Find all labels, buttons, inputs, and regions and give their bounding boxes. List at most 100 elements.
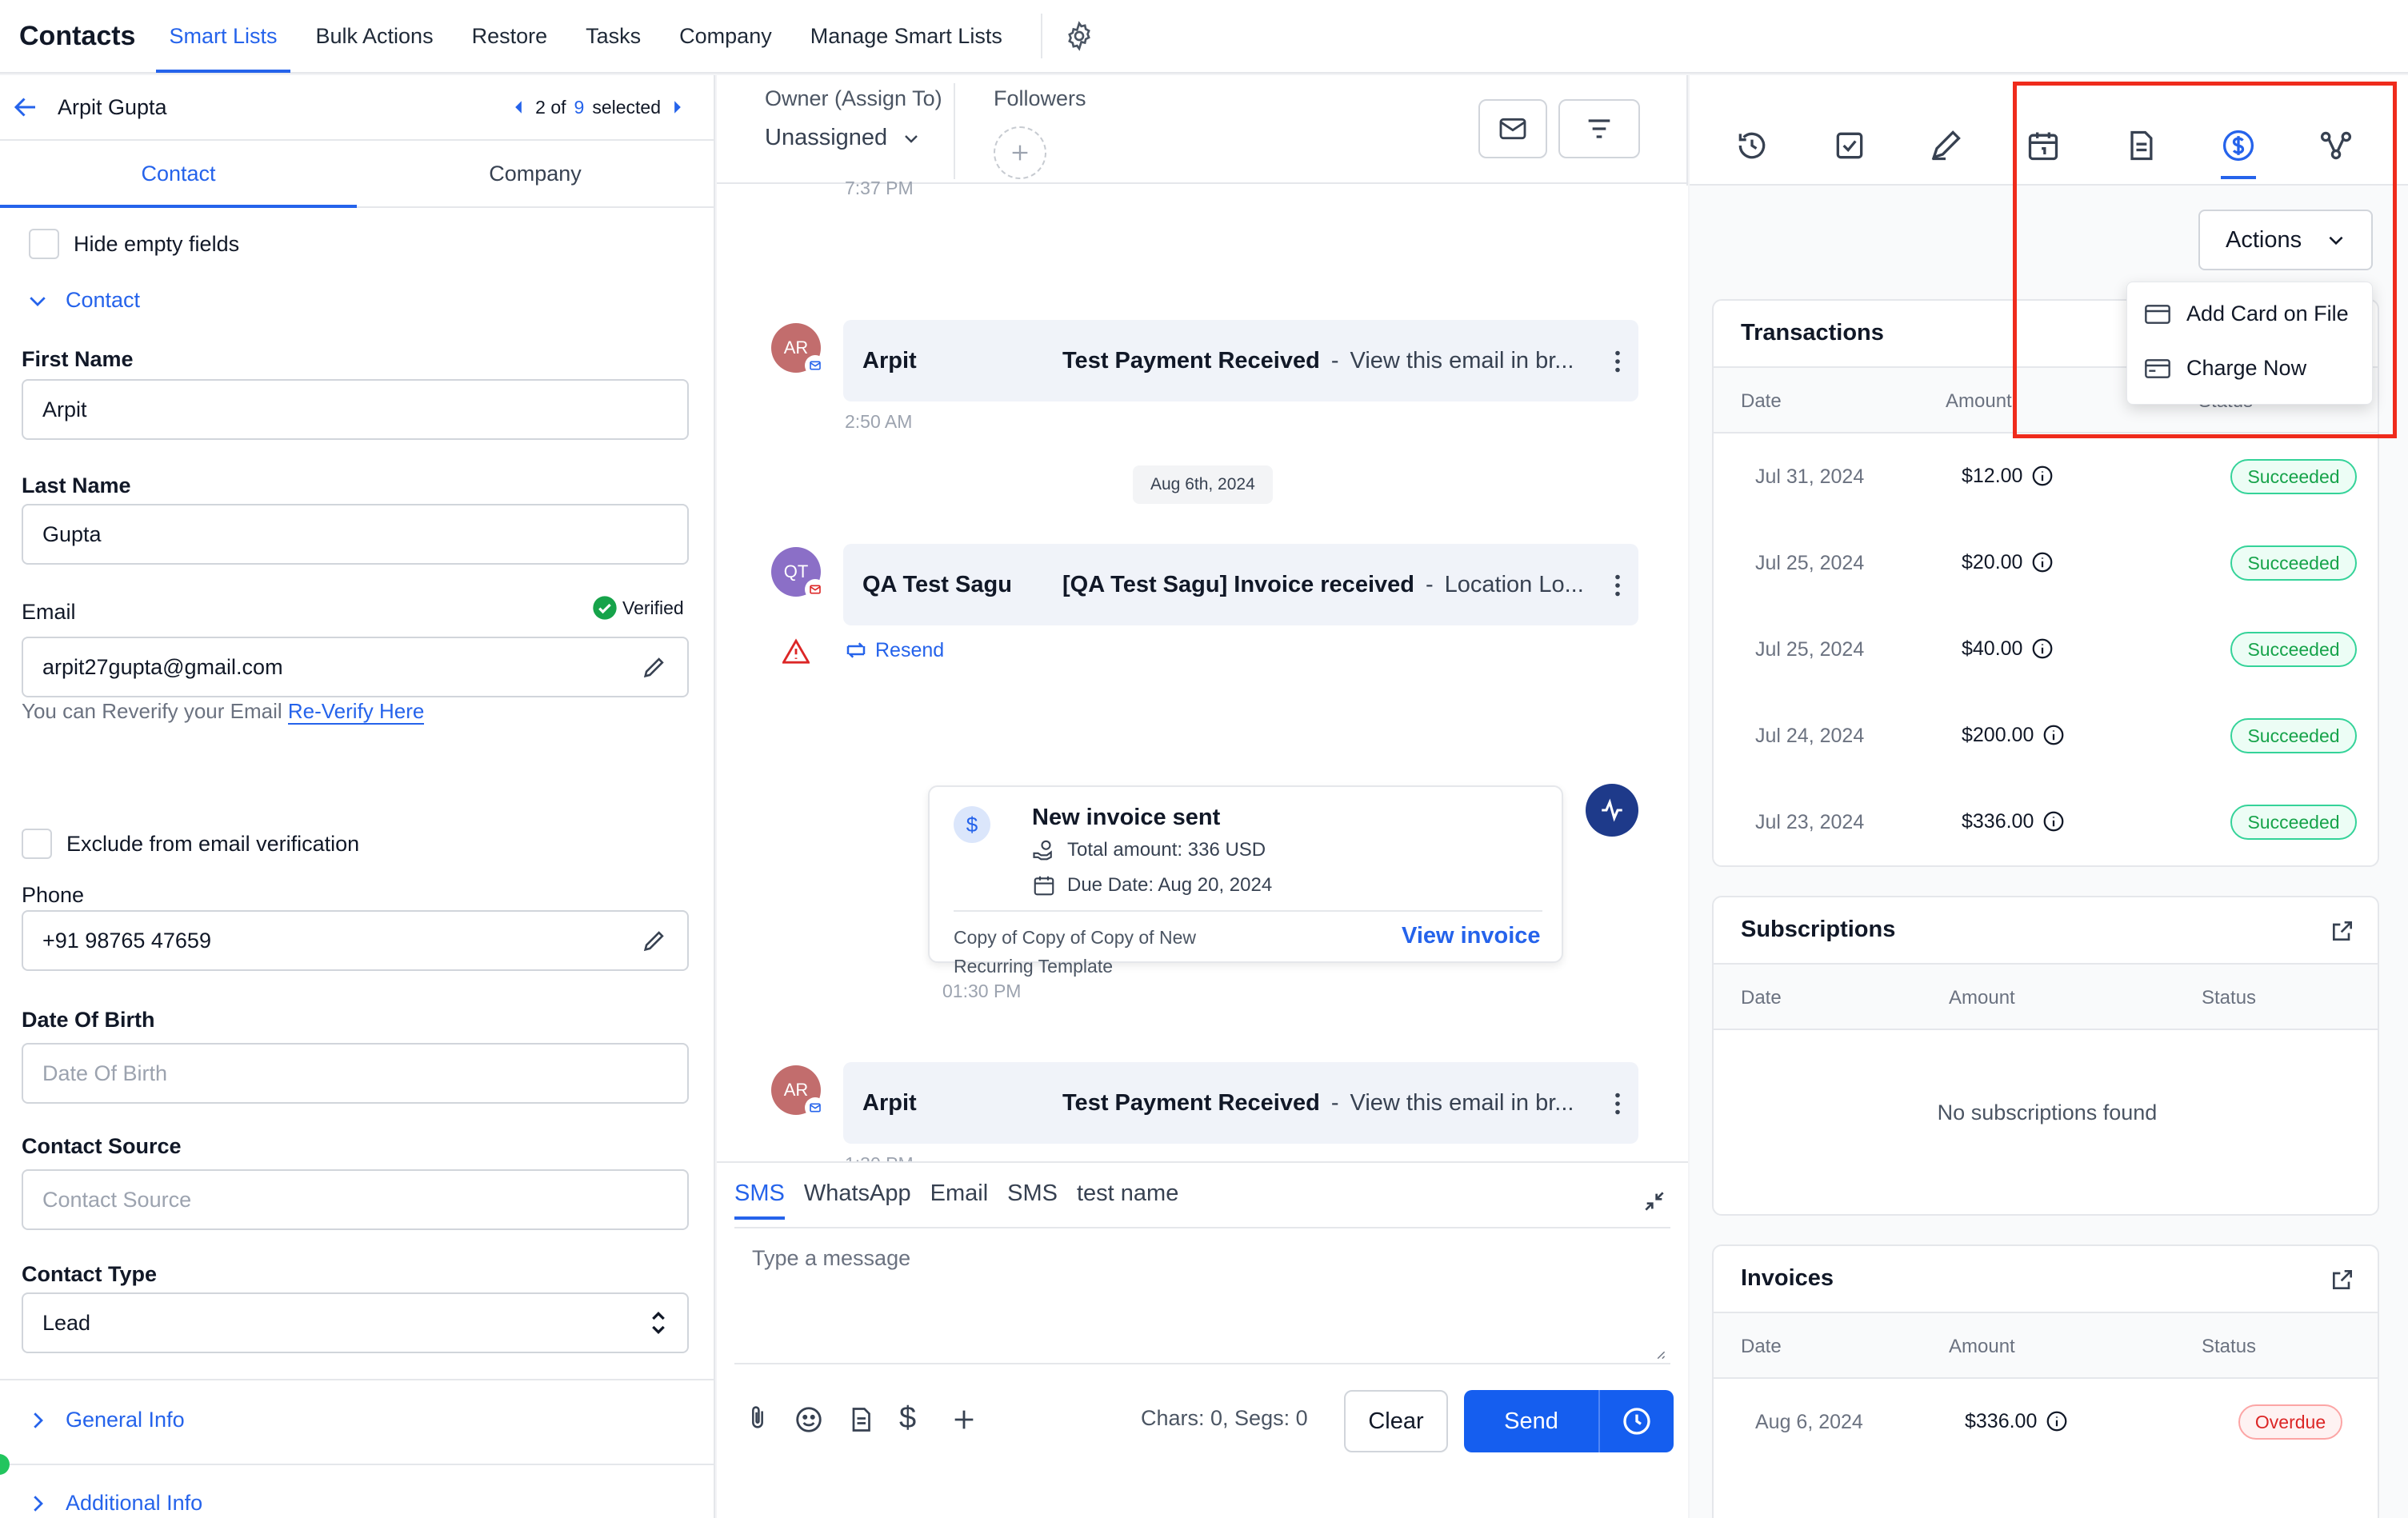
caret-left-icon[interactable] bbox=[513, 100, 524, 114]
pencil-icon[interactable] bbox=[641, 927, 668, 954]
nav-manage-smart-lists[interactable]: Manage Smart Lists bbox=[810, 0, 1002, 73]
clear-button[interactable]: Clear bbox=[1344, 1390, 1448, 1452]
nav-restore[interactable]: Restore bbox=[472, 0, 548, 73]
table-row[interactable]: Jul 31, 2024 $12.00 Succeeded bbox=[1714, 435, 2378, 521]
view-invoice-link[interactable]: View invoice bbox=[1402, 923, 1541, 949]
email-filter-button[interactable] bbox=[1478, 99, 1547, 158]
more-vertical-icon[interactable] bbox=[1614, 1093, 1621, 1115]
contact-type-select[interactable]: Lead bbox=[22, 1292, 689, 1353]
tab-sms[interactable]: SMS bbox=[734, 1180, 785, 1220]
collapse-icon[interactable] bbox=[1642, 1188, 1667, 1214]
phone-field[interactable]: +91 98765 47659 bbox=[22, 910, 689, 971]
send-button[interactable]: Send bbox=[1464, 1390, 1598, 1452]
resize-handle-icon[interactable] bbox=[1654, 1348, 1666, 1360]
reverify-text: You can Reverify your Email bbox=[22, 699, 282, 723]
subject-separator: - bbox=[1330, 1089, 1339, 1116]
last-name-value: Gupta bbox=[42, 521, 102, 546]
owner-select[interactable]: Unassigned bbox=[765, 125, 921, 151]
section-contact-toggle[interactable]: Contact bbox=[26, 288, 140, 313]
external-link-icon[interactable] bbox=[2330, 1267, 2355, 1292]
dob-label: Date Of Birth bbox=[22, 1008, 155, 1032]
task-check-icon[interactable] bbox=[1832, 128, 1867, 163]
tab-whatsapp[interactable]: WhatsApp bbox=[804, 1180, 911, 1220]
more-vertical-icon[interactable] bbox=[1614, 350, 1621, 373]
pencil-icon[interactable] bbox=[641, 653, 668, 681]
last-name-field[interactable]: Gupta bbox=[22, 504, 689, 565]
table-row[interactable]: Jul 25, 2024 $40.00 Succeeded bbox=[1714, 608, 2378, 694]
source-placeholder: Contact Source bbox=[42, 1187, 192, 1212]
notes-pen-icon[interactable] bbox=[1928, 128, 1963, 163]
hide-empty-label: Hide empty fields bbox=[74, 231, 240, 256]
email-message[interactable]: Arpit Test Payment Received - View this … bbox=[843, 1062, 1638, 1144]
gear-icon[interactable] bbox=[1063, 20, 1095, 52]
plus-icon[interactable] bbox=[950, 1406, 978, 1433]
transaction-date: Jul 24, 2024 bbox=[1755, 725, 1865, 747]
section-general-info-toggle[interactable]: General Info bbox=[26, 1408, 185, 1432]
reverify-link[interactable]: Re-Verify Here bbox=[287, 699, 425, 725]
transaction-amount: $12.00 bbox=[1962, 464, 2054, 488]
amount-text: $12.00 bbox=[1962, 464, 2023, 487]
dollar-icon[interactable]: $ bbox=[899, 1401, 916, 1436]
contact-type-value: Lead bbox=[42, 1310, 91, 1335]
verified-text: Verified bbox=[622, 597, 684, 618]
document-icon[interactable] bbox=[846, 1404, 875, 1435]
filter-button[interactable] bbox=[1558, 99, 1640, 158]
table-row[interactable]: Jul 23, 2024 $336.00 Succeeded bbox=[1714, 781, 2378, 865]
subscriptions-header: Date Amount Status bbox=[1714, 963, 2378, 1030]
external-link-icon[interactable] bbox=[2330, 918, 2355, 944]
invoice-title: New invoice sent bbox=[1032, 805, 1221, 830]
first-name-field[interactable]: Arpit bbox=[22, 379, 689, 440]
exclude-verification-checkbox[interactable] bbox=[22, 829, 52, 859]
source-field[interactable]: Contact Source bbox=[22, 1169, 689, 1230]
arrow-left-icon[interactable] bbox=[11, 93, 40, 122]
hide-empty-checkbox[interactable] bbox=[29, 229, 59, 259]
paperclip-icon[interactable] bbox=[744, 1403, 771, 1433]
info-icon[interactable] bbox=[2042, 723, 2066, 747]
add-follower-button[interactable] bbox=[994, 126, 1046, 179]
tab-company[interactable]: Company bbox=[357, 141, 714, 206]
table-row[interactable]: Jul 24, 2024 $200.00 Succeeded bbox=[1714, 694, 2378, 781]
nav-company[interactable]: Company bbox=[679, 0, 772, 73]
email-message[interactable]: QA Test Sagu [QA Test Sagu] Invoice rece… bbox=[843, 544, 1638, 625]
more-vertical-icon[interactable] bbox=[1614, 574, 1621, 597]
divider bbox=[954, 83, 955, 179]
info-icon[interactable] bbox=[2030, 550, 2054, 574]
message-preview: Location Lo... bbox=[1444, 571, 1584, 597]
col-date: Date bbox=[1741, 1336, 1782, 1357]
tab-test-name[interactable]: test name bbox=[1077, 1180, 1178, 1220]
warning-icon bbox=[782, 638, 810, 664]
tab-email[interactable]: Email bbox=[930, 1180, 989, 1220]
schedule-send-button[interactable] bbox=[1598, 1390, 1674, 1452]
invoices-card: Invoices Date Amount Status Aug 6, 2024 … bbox=[1712, 1244, 2379, 1518]
table-row[interactable]: Jul 25, 2024 $20.00 Succeeded bbox=[1714, 521, 2378, 608]
divider bbox=[0, 1379, 714, 1380]
nav-smart-lists[interactable]: Smart Lists bbox=[156, 0, 290, 73]
caret-right-icon[interactable] bbox=[672, 100, 683, 114]
section-additional-info-toggle[interactable]: Additional Info bbox=[26, 1491, 202, 1516]
info-icon[interactable] bbox=[2030, 637, 2054, 661]
info-icon[interactable] bbox=[2042, 809, 2066, 833]
email-message[interactable]: Arpit Test Payment Received - View this … bbox=[843, 320, 1638, 401]
message-textarea[interactable]: Type a message bbox=[734, 1230, 1670, 1358]
amount-text: $40.00 bbox=[1962, 637, 2023, 660]
nav-tasks[interactable]: Tasks bbox=[586, 0, 641, 73]
chevron-down-icon bbox=[30, 296, 46, 306]
emoji-icon[interactable] bbox=[794, 1404, 824, 1435]
tab-sms-2[interactable]: SMS bbox=[1007, 1180, 1058, 1220]
resend-button[interactable]: Resend bbox=[843, 638, 944, 662]
info-icon[interactable] bbox=[2030, 464, 2054, 488]
message-sender: Arpit bbox=[862, 347, 917, 374]
verified-badge: Verified bbox=[592, 595, 684, 621]
filter-icon bbox=[1588, 119, 1610, 138]
dob-field[interactable]: Date Of Birth bbox=[22, 1043, 689, 1104]
info-icon[interactable] bbox=[2045, 1409, 2069, 1433]
nav-bulk-actions[interactable]: Bulk Actions bbox=[316, 0, 434, 73]
tab-contact[interactable]: Contact bbox=[0, 141, 357, 208]
hide-empty-row[interactable]: Hide empty fields bbox=[29, 229, 239, 259]
table-row[interactable]: Aug 6, 2024 $336.00 Overdue bbox=[1714, 1380, 2378, 1467]
first-name-value: Arpit bbox=[42, 397, 87, 421]
phone-label: Phone bbox=[22, 883, 85, 907]
email-field[interactable]: arpit27gupta@gmail.com bbox=[22, 637, 689, 697]
exclude-verification-row[interactable]: Exclude from email verification bbox=[22, 829, 359, 859]
history-icon[interactable] bbox=[1734, 128, 1770, 163]
